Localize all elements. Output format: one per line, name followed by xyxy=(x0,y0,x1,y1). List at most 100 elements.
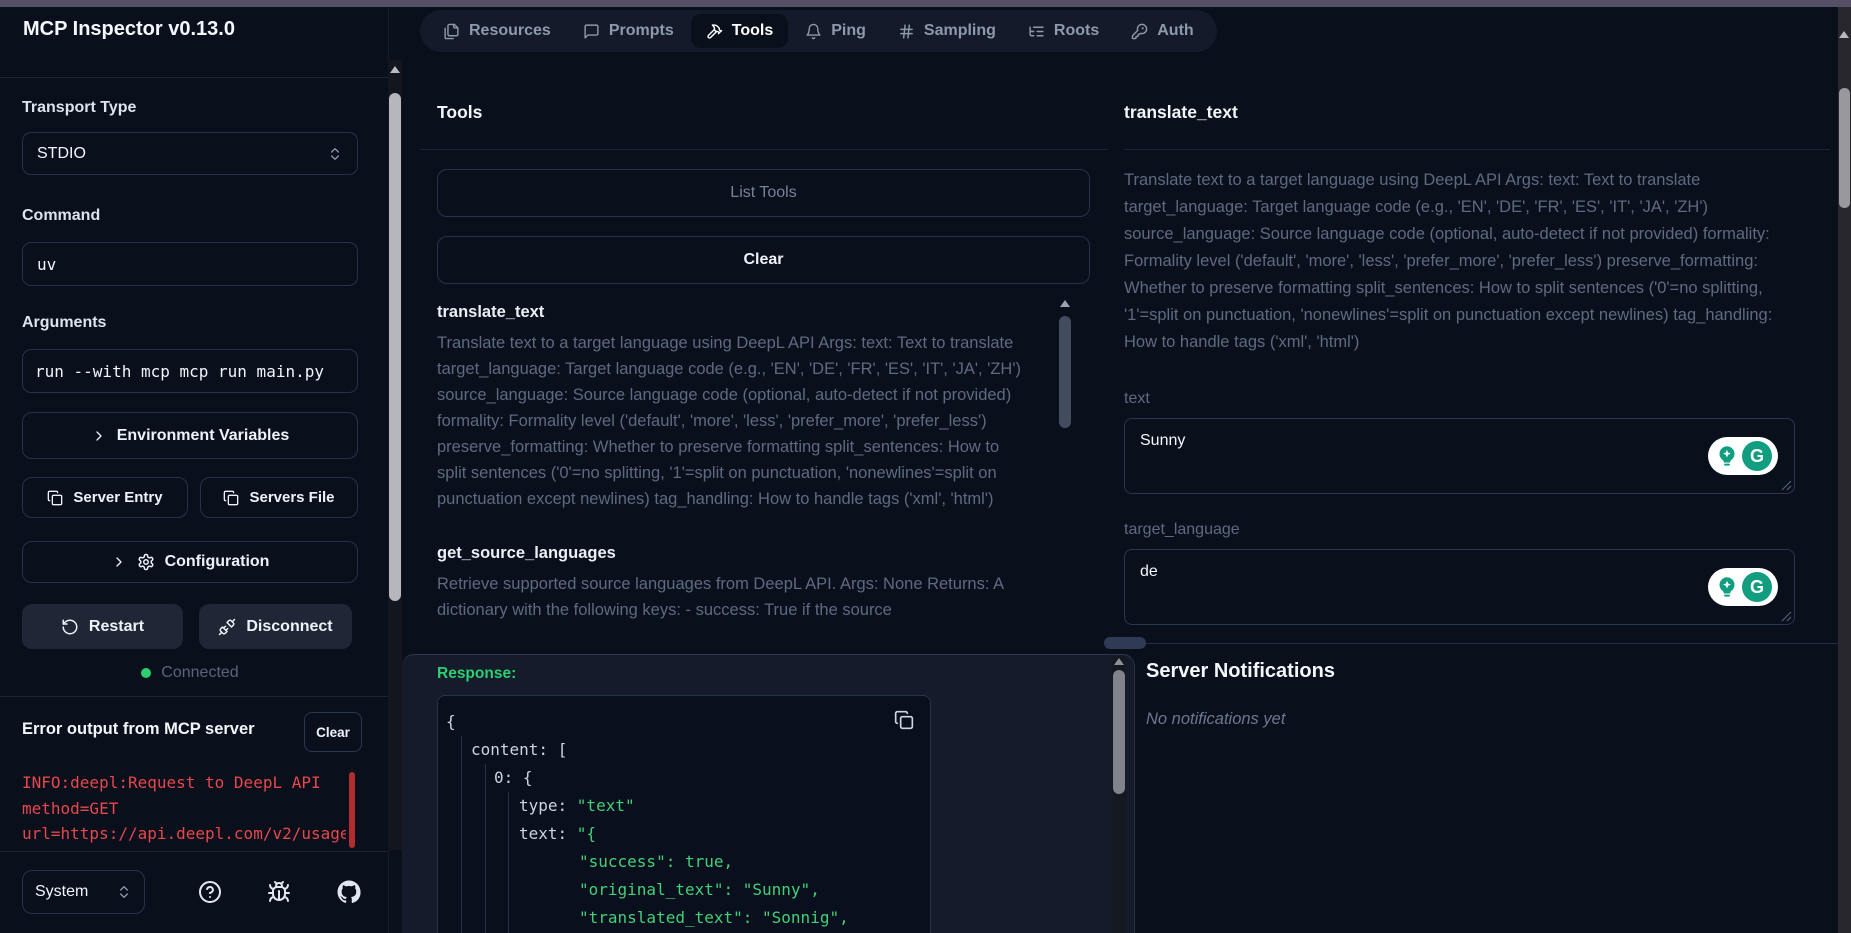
error-output-scrollbar[interactable] xyxy=(349,772,355,848)
resize-handle[interactable] xyxy=(1781,480,1792,491)
restart-button[interactable]: Restart xyxy=(22,604,183,649)
command-label: Command xyxy=(22,207,101,224)
resize-handle[interactable] xyxy=(1781,611,1792,622)
sidebar-scrollbar[interactable] xyxy=(388,60,402,850)
tool-description: Translate text to a target language usin… xyxy=(1124,171,1773,351)
command-value: uv xyxy=(37,254,57,274)
github-icon[interactable] xyxy=(337,880,361,904)
servers-file-button[interactable]: Servers File xyxy=(200,477,358,518)
command-input[interactable]: uv xyxy=(22,242,358,286)
disconnect-icon xyxy=(218,618,236,636)
json-line: 0: { xyxy=(494,768,533,787)
tab-label: Sampling xyxy=(923,22,996,39)
scroll-up-arrow[interactable] xyxy=(390,66,400,73)
response-scrollbar-thumb[interactable] xyxy=(1113,670,1125,794)
tab-auth[interactable]: Auth xyxy=(1116,10,1208,52)
disconnect-button[interactable]: Disconnect xyxy=(199,604,352,649)
grammarly-widget[interactable]: G xyxy=(1708,568,1778,606)
scroll-up-arrow[interactable] xyxy=(1060,300,1070,307)
divider xyxy=(1136,643,1838,644)
json-line: "success": true, xyxy=(579,852,734,871)
arguments-label: Arguments xyxy=(22,314,107,331)
page-scrollbar[interactable] xyxy=(1838,7,1851,933)
arguments-value: run --with mcp mcp run main.py xyxy=(35,361,324,381)
window-top-strip xyxy=(0,0,1851,7)
grammarly-widget[interactable]: G xyxy=(1708,437,1778,475)
field-input-target_language[interactable]: de G xyxy=(1124,549,1795,625)
field-value: Sunny xyxy=(1140,432,1186,449)
page-scrollbar-thumb[interactable] xyxy=(1839,88,1850,208)
indent-guide xyxy=(485,764,486,933)
json-line: { xyxy=(446,712,456,731)
tab-sampling[interactable]: Sampling xyxy=(883,10,1011,52)
error-line: url=https://api.deepl.com/v2/usage xyxy=(22,824,346,843)
status-dot xyxy=(141,668,152,678)
error-line: INFO:deepl:Request to DeepL API xyxy=(22,773,321,792)
arguments-input[interactable]: run --with mcp mcp run main.py xyxy=(22,349,358,393)
field-label-text: text xyxy=(1124,390,1150,407)
json-line: type: "text" xyxy=(519,796,635,815)
theme-select[interactable]: System xyxy=(22,870,145,914)
scroll-up-arrow[interactable] xyxy=(1114,658,1124,665)
configuration-label: Configuration xyxy=(164,553,270,570)
status-text: Connected xyxy=(161,664,239,681)
error-clear-label: Clear xyxy=(316,724,350,740)
prompts-icon xyxy=(583,23,600,40)
transport-type-value: STDIO xyxy=(37,144,86,162)
bug-icon[interactable] xyxy=(267,880,291,904)
response-label: Response: xyxy=(437,665,517,682)
list-tools-button[interactable]: List Tools xyxy=(437,169,1090,217)
gear-icon xyxy=(137,553,155,571)
list-tools-label: List Tools xyxy=(730,184,797,201)
tab-roots[interactable]: Roots xyxy=(1013,10,1114,52)
theme-value: System xyxy=(35,883,89,900)
sidebar: MCP Inspector v0.13.0 Transport Type STD… xyxy=(0,0,389,933)
hammer-icon xyxy=(706,23,723,40)
tool-list-scrollbar[interactable] xyxy=(1058,298,1072,654)
scrollbar-horizontal-thumb[interactable] xyxy=(1104,637,1146,649)
environment-variables-label: Environment Variables xyxy=(116,426,290,444)
chevrons-up-down-icon xyxy=(327,146,343,162)
response-scrollbar[interactable] xyxy=(1112,656,1126,933)
copy-response-button[interactable] xyxy=(894,710,914,730)
response-json: {content: [0: {type: "text" text: "{"succ… xyxy=(438,708,930,932)
clear-tools-label: Clear xyxy=(743,251,784,268)
tab-tools[interactable]: Tools xyxy=(690,14,789,48)
detail-panel-title: translate_text xyxy=(1124,102,1238,122)
tab-ping[interactable]: Ping xyxy=(790,10,881,52)
error-output-header: Error output from MCP server xyxy=(22,720,255,738)
help-icon[interactable] xyxy=(198,880,222,904)
grammarly-g-icon: G xyxy=(1742,441,1772,471)
tool-list-scrollbar-thumb[interactable] xyxy=(1059,316,1071,428)
configuration-button[interactable]: Configuration xyxy=(22,541,358,583)
divider xyxy=(0,851,388,852)
bell-icon xyxy=(805,23,822,40)
chevron-right-icon xyxy=(91,428,107,444)
scroll-up-arrow[interactable] xyxy=(1839,31,1849,38)
json-line: "original_text": "Sunny", xyxy=(579,880,820,899)
clear-tools-button[interactable]: Clear xyxy=(437,236,1090,284)
tool-list-item[interactable]: get_source_languages Retrieve supported s… xyxy=(437,544,1057,623)
server-entry-label: Server Entry xyxy=(73,489,163,506)
field-input-text[interactable]: Sunny G xyxy=(1124,418,1795,494)
restart-label: Restart xyxy=(88,617,145,635)
response-code-block: {content: [0: {type: "text" text: "{"succ… xyxy=(437,695,931,933)
mcp-inspector-window: MCP Inspector v0.13.0 Transport Type STD… xyxy=(0,0,1851,933)
error-clear-button[interactable]: Clear xyxy=(304,712,362,752)
tool-list-item[interactable]: translate_text Translate text to a target… xyxy=(437,303,1057,512)
tab-label: Roots xyxy=(1053,22,1100,39)
indent-guide xyxy=(508,792,509,933)
copy-icon xyxy=(223,490,239,506)
tool-name: translate_text xyxy=(437,303,545,321)
json-line: content: [ xyxy=(471,740,568,759)
transport-type-select[interactable]: STDIO xyxy=(22,132,358,175)
tool-description: Retrieve supported source languages from… xyxy=(437,575,1004,619)
disconnect-label: Disconnect xyxy=(246,617,333,635)
environment-variables-button[interactable]: Environment Variables xyxy=(22,412,358,459)
sidebar-scrollbar-thumb[interactable] xyxy=(389,93,401,601)
server-entry-button[interactable]: Server Entry xyxy=(22,477,188,518)
tab-prompts[interactable]: Prompts xyxy=(568,10,689,52)
divider xyxy=(1124,149,1830,150)
error-line: method=GET xyxy=(22,798,119,818)
tab-resources[interactable]: Resources xyxy=(428,10,566,52)
